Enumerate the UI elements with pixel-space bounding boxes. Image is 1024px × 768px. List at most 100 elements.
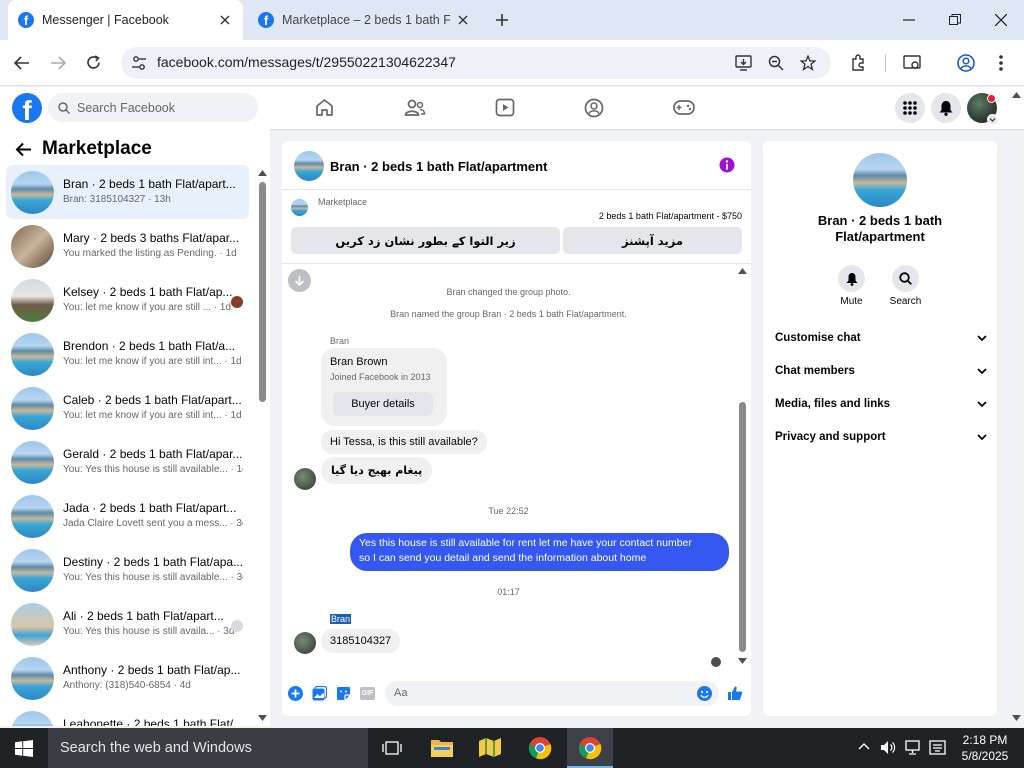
tab-marketplace[interactable]: f Marketplace – 2 beds 1 bath Fla bbox=[248, 0, 488, 40]
sticker-icon[interactable] bbox=[336, 686, 351, 701]
facebook-search-input[interactable]: Search Facebook bbox=[48, 93, 258, 122]
back-icon[interactable] bbox=[14, 56, 30, 70]
more-options-button[interactable]: مزید آپشنز bbox=[563, 227, 742, 254]
forward-icon[interactable] bbox=[50, 56, 66, 70]
mute-button[interactable] bbox=[838, 265, 865, 292]
conversation-list-scrollbar[interactable] bbox=[259, 182, 266, 402]
chrome-menu-icon[interactable] bbox=[999, 55, 1003, 71]
new-tab-icon[interactable] bbox=[495, 13, 509, 27]
notifications-button[interactable] bbox=[931, 93, 961, 123]
customise-chat-row[interactable]: Customise chat bbox=[775, 327, 987, 349]
close-tab-icon[interactable] bbox=[220, 15, 230, 25]
conversation-name: Mary · 2 beds 3 baths Flat/apar... bbox=[63, 231, 240, 245]
zoom-out-icon[interactable] bbox=[768, 55, 784, 71]
chat-members-row[interactable]: Chat members bbox=[775, 360, 987, 382]
install-app-icon[interactable] bbox=[735, 55, 752, 71]
incoming-message[interactable]: Hi Tessa, is this still available? bbox=[321, 430, 487, 454]
url-text[interactable]: facebook.com/messages/t/2955022130462234… bbox=[157, 54, 456, 70]
sender-avatar[interactable] bbox=[294, 468, 316, 490]
home-icon[interactable] bbox=[315, 98, 334, 117]
show-hidden-icons-icon[interactable] bbox=[858, 742, 870, 750]
conversation-item[interactable]: Destiny · 2 beds 1 bath Flat/apa... You:… bbox=[6, 543, 249, 597]
mark-pending-button[interactable]: زیر التوا کے بطور نشان زد کریں bbox=[291, 227, 560, 254]
conversation-item[interactable]: Anthony · 2 beds 1 bath Flat/ap... Antho… bbox=[6, 651, 249, 705]
file-explorer-icon[interactable] bbox=[430, 737, 454, 758]
scroll-down-arrow-icon[interactable] bbox=[258, 715, 267, 721]
conversation-avatar bbox=[11, 549, 54, 592]
emoji-icon[interactable] bbox=[697, 686, 712, 701]
group-photo[interactable] bbox=[853, 153, 907, 207]
facebook-logo[interactable]: f bbox=[12, 93, 42, 123]
bookmark-star-icon[interactable] bbox=[800, 55, 816, 71]
clock-time: 2:18 PM bbox=[962, 733, 1008, 747]
account-menu-chevron[interactable] bbox=[987, 114, 998, 125]
task-view-icon[interactable] bbox=[382, 739, 402, 757]
gif-button[interactable]: GIF bbox=[360, 687, 375, 700]
page-scroll-up-icon[interactable] bbox=[1012, 92, 1021, 98]
conversation-item[interactable]: Kelsey · 2 beds 1 bath Flat/ap... You: l… bbox=[6, 273, 249, 327]
privacy-support-row[interactable]: Privacy and support bbox=[775, 426, 987, 448]
message-input[interactable]: Aa bbox=[385, 681, 719, 706]
system-clock[interactable]: 2:18 PM 5/8/2025 bbox=[955, 732, 1015, 764]
chrome-taskbar-icon[interactable] bbox=[528, 736, 552, 760]
buyer-details-button[interactable]: Buyer details bbox=[333, 392, 433, 416]
reload-icon[interactable] bbox=[86, 55, 101, 70]
page-scroll-down-icon[interactable] bbox=[1012, 715, 1021, 721]
cast-tab-icon[interactable] bbox=[903, 55, 921, 71]
conversation-item[interactable]: Brendon · 2 beds 1 bath Flat/a... You: l… bbox=[6, 327, 249, 381]
groups-icon[interactable] bbox=[584, 98, 604, 118]
listing-thumbnail[interactable] bbox=[291, 199, 308, 216]
conversation-item[interactable]: Leahonette · 2 beds 1 bath Flat/... bbox=[6, 705, 249, 726]
close-window-icon[interactable] bbox=[995, 14, 1007, 26]
outgoing-message[interactable]: Yes this house is still available for re… bbox=[350, 533, 729, 571]
back-arrow-icon[interactable] bbox=[15, 142, 32, 157]
volume-icon[interactable] bbox=[880, 740, 897, 755]
menu-button[interactable] bbox=[895, 93, 925, 123]
scroll-up-arrow-icon[interactable] bbox=[738, 268, 747, 274]
chrome-active-taskbar-button[interactable] bbox=[567, 728, 613, 768]
friends-icon[interactable] bbox=[404, 98, 426, 117]
attach-image-icon[interactable] bbox=[312, 686, 327, 701]
close-tab-icon[interactable] bbox=[458, 15, 468, 25]
search-in-conversation-button[interactable] bbox=[892, 265, 919, 292]
conversation-item[interactable]: Jada · 2 beds 1 bath Flat/apart... Jada … bbox=[6, 489, 249, 543]
scroll-down-arrow-icon[interactable] bbox=[738, 658, 747, 664]
site-settings-icon[interactable] bbox=[131, 55, 147, 71]
grid-menu-icon bbox=[903, 101, 917, 115]
conversation-item[interactable]: Gerald · 2 beds 1 bath Flat/apar... You:… bbox=[6, 435, 249, 489]
row-label: Media, files and links bbox=[775, 398, 891, 410]
sender-avatar[interactable] bbox=[294, 632, 316, 654]
chat-avatar[interactable] bbox=[294, 151, 324, 181]
row-label: Privacy and support bbox=[775, 431, 886, 443]
conversation-item[interactable]: Ali · 2 beds 1 bath Flat/apart... You: Y… bbox=[6, 597, 249, 651]
minimize-icon[interactable] bbox=[903, 19, 915, 21]
scroll-up-arrow-icon[interactable] bbox=[258, 170, 267, 176]
network-icon[interactable] bbox=[905, 740, 922, 755]
watch-video-icon[interactable] bbox=[495, 98, 515, 117]
incoming-message[interactable]: 3185104327 bbox=[321, 629, 401, 653]
thumbs-up-icon[interactable] bbox=[727, 685, 743, 701]
maps-app-icon[interactable] bbox=[478, 737, 502, 758]
incoming-message[interactable]: پیغام بھیج دیا گیا bbox=[321, 457, 433, 484]
chat-scrollbar[interactable] bbox=[739, 402, 746, 652]
conversation-info-icon[interactable] bbox=[719, 157, 735, 173]
gaming-icon[interactable] bbox=[673, 100, 695, 115]
keyboard-icon[interactable] bbox=[929, 740, 946, 755]
listing-line[interactable]: 2 beds 1 bath Flat/apartment - $750 bbox=[500, 211, 742, 221]
chat-title[interactable]: Bran · 2 beds 1 bath Flat/apartment bbox=[330, 159, 547, 174]
more-actions-plus-icon[interactable] bbox=[288, 686, 303, 701]
restore-icon[interactable] bbox=[949, 14, 961, 26]
conversation-item[interactable]: Bran · 2 beds 1 bath Flat/apart... Bran:… bbox=[6, 165, 249, 219]
conversation-item[interactable]: Caleb · 2 beds 1 bath Flat/apart... You:… bbox=[6, 381, 249, 435]
windows-start-icon[interactable] bbox=[15, 740, 33, 757]
extensions-icon[interactable] bbox=[850, 54, 867, 71]
timestamp: Tue 22:52 bbox=[488, 506, 529, 516]
media-files-links-row[interactable]: Media, files and links bbox=[775, 393, 987, 415]
tab-messenger[interactable]: f Messenger | Facebook bbox=[8, 0, 243, 40]
taskbar-search-input[interactable]: Search the web and Windows bbox=[48, 728, 368, 768]
conversation-snippet: You: let me know if you are still ... · … bbox=[63, 302, 232, 313]
chevron-down-icon bbox=[977, 367, 987, 374]
profile-icon[interactable] bbox=[957, 54, 975, 72]
conversation-item[interactable]: Mary · 2 beds 3 baths Flat/apar... You m… bbox=[6, 219, 249, 273]
system-message: Bran named the group Bran · 2 beds 1 bat… bbox=[390, 309, 627, 319]
